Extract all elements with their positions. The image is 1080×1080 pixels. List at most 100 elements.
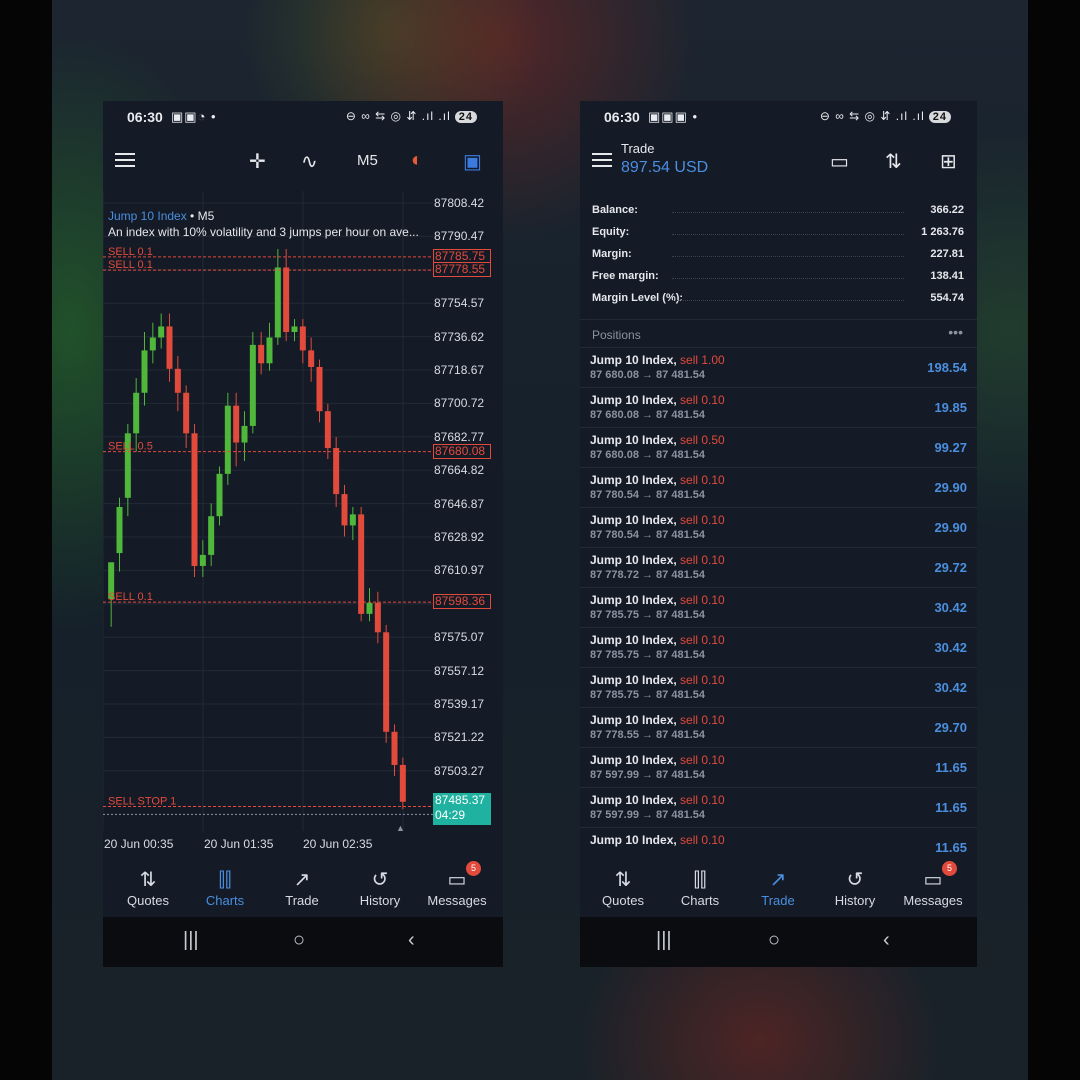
candle-body: [358, 514, 365, 614]
order-line-label: SELL 0.1: [108, 259, 153, 271]
nav-history[interactable]: ↺ History: [341, 859, 419, 908]
position-prices: 87 778.55 → 87 481.54: [590, 729, 705, 741]
position-title: Jump 10 Index, sell 0.10: [590, 393, 725, 407]
candle-body: [174, 368, 181, 393]
y-tick: 87700.72: [434, 396, 485, 411]
position-row[interactable]: Jump 10 Index, sell 0.10 87 680.08 → 87 4…: [580, 387, 977, 427]
new-order-icon[interactable]: ⊞: [940, 149, 957, 174]
back-button[interactable]: ‹: [408, 929, 415, 952]
position-prices: 87 785.75 → 87 481.54: [590, 609, 705, 621]
candle-body: [166, 326, 173, 369]
chart-title: Jump 10 Index • M5: [108, 209, 214, 223]
nav-history[interactable]: ↺ History: [816, 859, 894, 908]
history-icon: ↺: [371, 869, 389, 891]
x-tick: 20 Jun 02:35: [303, 837, 373, 851]
new-order-icon[interactable]: ▣: [463, 149, 482, 174]
nav-trade[interactable]: ↗ Trade: [263, 859, 341, 908]
indicators-icon[interactable]: ∿: [301, 149, 318, 174]
order-line-label: SELL 0.1: [108, 246, 153, 258]
home-button[interactable]: ○: [768, 929, 780, 952]
position-row[interactable]: Jump 10 Index, sell 0.10 87 780.54 → 87 4…: [580, 507, 977, 547]
timeframe-button[interactable]: M5: [357, 152, 378, 169]
sort-icon[interactable]: ⇅: [885, 149, 902, 174]
position-row[interactable]: Jump 10 Index, sell 0.10 87 597.99 → 87 4…: [580, 747, 977, 787]
nav-messages[interactable]: ▭ Messages 5: [894, 859, 972, 908]
position-side: sell 0.10: [676, 553, 725, 567]
position-row[interactable]: Jump 10 Index, sell 0.10 87 785.75 → 87 4…: [580, 667, 977, 707]
current-price: 87485.37: [435, 793, 486, 807]
position-profit: 11.65: [935, 800, 967, 815]
home-button[interactable]: ○: [293, 929, 305, 952]
y-tick: 87808.42: [434, 196, 485, 210]
nav-charts[interactable]: ⫿⫿ Charts: [661, 859, 739, 908]
position-title: Jump 10 Index, sell 0.10: [590, 833, 725, 847]
position-row[interactable]: Jump 10 Index, sell 0.10 87 778.72 → 87 4…: [580, 547, 977, 587]
menu-icon[interactable]: [592, 153, 612, 167]
x-tick: 20 Jun 00:35: [104, 837, 174, 851]
position-side: sell 0.10: [676, 713, 725, 727]
status-time: 06:30: [127, 109, 163, 125]
more-icon[interactable]: •••: [948, 324, 963, 340]
candle-body: [349, 514, 356, 526]
battery-icon: 24: [928, 111, 951, 123]
position-row[interactable]: Jump 10 Index, sell 0.10 87 785.75 → 87 4…: [580, 627, 977, 667]
position-prices: 87 780.54 → 87 481.54: [590, 529, 705, 541]
scroll-end-icon[interactable]: ▲: [396, 823, 405, 833]
header-balance: 897.54 USD: [621, 159, 709, 176]
candle-body: [366, 602, 373, 614]
chart-symbol: Jump 10 Index: [108, 209, 187, 223]
menu-icon[interactable]: [115, 153, 135, 167]
nav-charts[interactable]: ⫿⫿ Charts: [186, 859, 264, 908]
candle-body: [266, 337, 273, 364]
nav-trade[interactable]: ↗ Trade: [739, 859, 817, 908]
nav-messages[interactable]: ▭ Messages 5: [418, 859, 496, 908]
candlestick-chart[interactable]: SELL 0.1SELL 0.1SELL 0.5SELL 0.1SELL STO…: [103, 191, 433, 831]
candle-body: [316, 366, 323, 412]
candle-body: [391, 731, 398, 765]
position-symbol: Jump 10 Index,: [590, 673, 677, 687]
position-prices: 87 778.72 → 87 481.54: [590, 569, 705, 581]
deposit-icon[interactable]: ▭: [830, 149, 849, 174]
recents-button[interactable]: |||: [656, 929, 672, 952]
candle-body: [183, 392, 190, 434]
back-button[interactable]: ‹: [883, 929, 890, 952]
status-time: 06:30: [604, 109, 640, 125]
positions-label: Positions: [592, 328, 641, 342]
position-symbol: Jump 10 Index,: [590, 833, 677, 847]
position-title: Jump 10 Index, sell 0.10: [590, 593, 725, 607]
position-side: sell 0.10: [676, 473, 725, 487]
crosshair-icon[interactable]: ✛: [249, 149, 266, 174]
position-row[interactable]: Jump 10 Index, sell 1.00 87 680.08 → 87 4…: [580, 347, 977, 387]
nav-quotes[interactable]: ⇅ Quotes: [109, 859, 187, 908]
system-navigation-bar: ||| ○ ‹: [103, 917, 503, 967]
position-symbol: Jump 10 Index,: [590, 633, 677, 647]
charts-icon: ⫿⫿: [693, 869, 707, 891]
notification-icons: ▣▣◔ •: [171, 109, 217, 124]
chart-timeframe: • M5: [186, 209, 215, 223]
candle-body: [291, 326, 298, 332]
recents-button[interactable]: |||: [183, 929, 199, 952]
order-price-tag: 87598.36: [433, 594, 491, 610]
candle-body: [158, 326, 165, 338]
messages-badge: 5: [942, 861, 957, 876]
nav-quotes[interactable]: ⇅ Quotes: [584, 859, 662, 908]
candle-body: [249, 344, 256, 426]
position-row[interactable]: Jump 10 Index, sell 0.50 87 680.08 → 87 4…: [580, 427, 977, 467]
position-row[interactable]: Jump 10 Index, sell 0.10 87 597.99 → 87 4…: [580, 787, 977, 827]
candle-body: [191, 433, 198, 566]
position-symbol: Jump 10 Index,: [590, 713, 677, 727]
price-axis: 87808.4287790.4787772.5287754.5787736.62…: [433, 191, 503, 831]
position-row[interactable]: Jump 10 Index, sell 0.10 87 785.75 → 87 4…: [580, 587, 977, 627]
position-title: Jump 10 Index, sell 0.10: [590, 753, 725, 767]
trade-icon: ↗: [293, 869, 311, 891]
position-row[interactable]: Jump 10 Index, sell 0.10 87 780.54 → 87 4…: [580, 467, 977, 507]
position-row[interactable]: Jump 10 Index, sell 0.10 87 778.55 → 87 4…: [580, 707, 977, 747]
status-bar: 06:30 ▣▣◔ • ⊖ ∞ ⇆ ◎ ⇵ .ıl .ıl 24: [103, 101, 503, 135]
charts-icon: ⫿⫿: [218, 869, 232, 891]
position-symbol: Jump 10 Index,: [590, 433, 677, 447]
position-symbol: Jump 10 Index,: [590, 513, 677, 527]
system-navigation-bar: ||| ○ ‹: [580, 917, 977, 967]
position-profit: 11.65: [935, 840, 967, 855]
one-click-trading-icon[interactable]: ◐: [411, 149, 423, 172]
position-prices: 87 597.99 → 87 481.54: [590, 769, 705, 781]
